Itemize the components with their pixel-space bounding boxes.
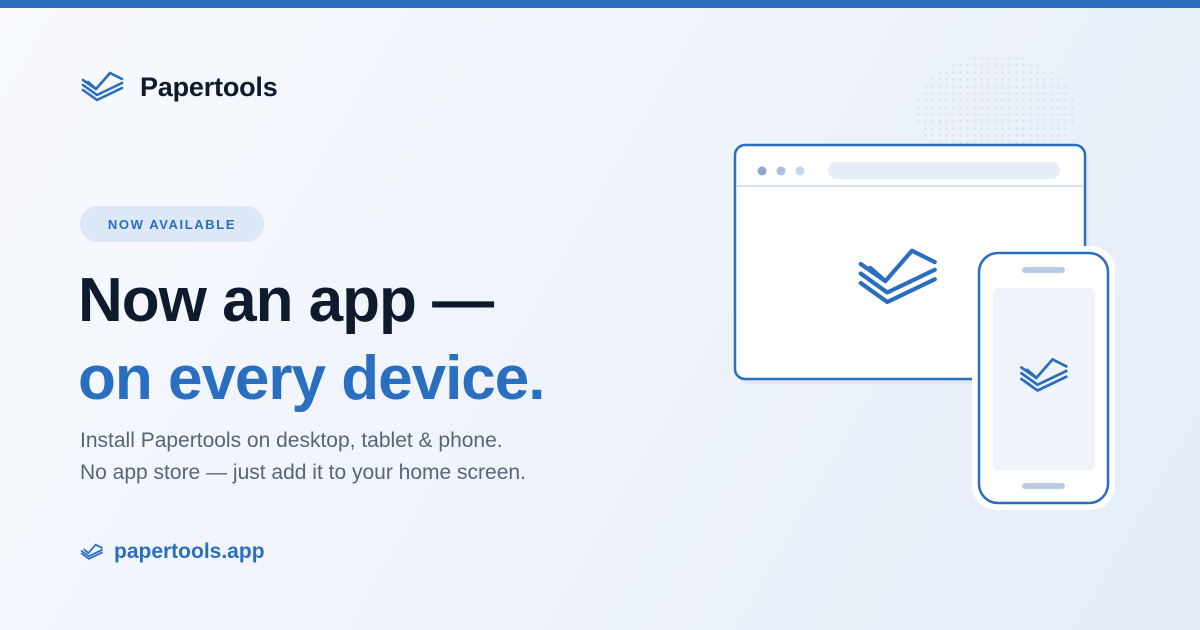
headline-line-1: Now an app — [78, 266, 494, 335]
brand-name: Papertools [140, 71, 278, 102]
phone-icon [972, 246, 1115, 510]
top-accent-bar [0, 0, 1200, 8]
footer-url[interactable]: papertools.app [80, 540, 265, 564]
subtitle-line-2: No app store — just add it to your home … [80, 461, 526, 484]
brand-header: Papertools [80, 70, 278, 104]
headline-line-2: on every device. [78, 344, 546, 413]
now-available-badge: NOW AVAILABLE [80, 206, 264, 242]
subtitle: Install Papertools on desktop, tablet & … [80, 425, 700, 489]
paper-stack-check-icon [80, 543, 103, 560]
device-illustration [725, 140, 1125, 520]
headline: Now an app — on every device. [78, 262, 698, 418]
paper-stack-check-icon [81, 71, 124, 102]
url-link[interactable]: papertools.app [114, 540, 265, 564]
subtitle-line-1: Install Papertools on desktop, tablet & … [80, 429, 503, 452]
